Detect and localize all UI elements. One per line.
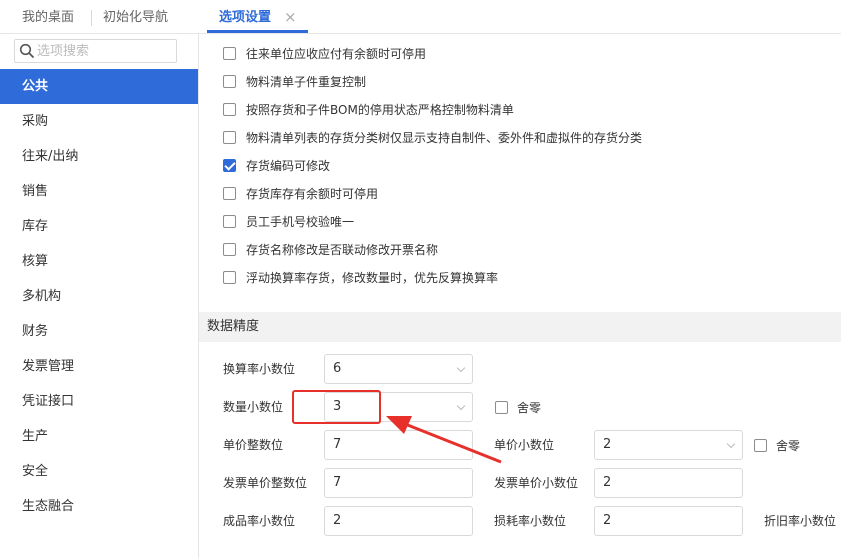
quantity-rounding-toggle[interactable]: 舍零 xyxy=(495,397,541,417)
quantity-rounding-checkbox[interactable] xyxy=(495,400,508,414)
sidebar-item-public[interactable]: 公共 xyxy=(0,69,198,104)
exchange-rate-decimals-select[interactable]: 6 xyxy=(324,354,473,384)
exchange-rate-decimals-label: 换算率小数位 xyxy=(223,362,296,376)
data-precision-section-header: 数据精度 xyxy=(199,312,841,342)
search-box xyxy=(14,39,177,63)
input-value: 2 xyxy=(603,513,612,528)
option-checkbox[interactable] xyxy=(223,130,236,144)
option-row[interactable]: 员工手机号校验唯一 xyxy=(223,211,354,231)
depreciation-rate-decimals-label: 折旧率小数位 xyxy=(764,514,837,528)
option-checkbox[interactable] xyxy=(223,186,236,200)
option-label: 物料清单子件重复控制 xyxy=(246,74,367,89)
option-row[interactable]: 存货编码可修改 xyxy=(223,155,330,175)
unit-price-decimals-label: 单价小数位 xyxy=(494,438,555,452)
input-value: 7 xyxy=(333,475,342,490)
option-label: 存货库存有余额时可停用 xyxy=(246,186,379,201)
invoice-unit-price-integers-label: 发票单价整数位 xyxy=(223,476,308,490)
sidebar-item-finance[interactable]: 财务 xyxy=(0,314,198,349)
tab-init-navigation[interactable]: 初始化导航 xyxy=(103,0,168,33)
option-row[interactable]: 按照存货和子件BOM的停用状态严格控制物料清单 xyxy=(223,99,514,119)
option-row[interactable]: 存货库存有余额时可停用 xyxy=(223,183,378,203)
loss-rate-decimals-input[interactable]: 2 xyxy=(594,506,743,536)
sidebar-item-inventory[interactable]: 库存 xyxy=(0,209,198,244)
option-row[interactable]: 存货名称修改是否联动修改开票名称 xyxy=(223,239,438,259)
input-value: 2 xyxy=(333,513,342,528)
option-checkbox-checked[interactable] xyxy=(223,158,236,172)
option-label: 员工手机号校验唯一 xyxy=(246,214,355,229)
option-checkbox[interactable] xyxy=(223,214,236,228)
sidebar-item-accounts-cashier[interactable]: 往来/出纳 xyxy=(0,139,198,174)
unit-price-rounding-toggle[interactable]: 舍零 xyxy=(754,435,800,455)
tab-bar: 我的桌面 初始化导航 选项设置 × xyxy=(0,0,841,34)
sidebar-item-security[interactable]: 安全 xyxy=(0,454,198,489)
annotation-highlight-box xyxy=(292,390,381,424)
option-label: 物料清单列表的存货分类树仅显示支持自制件、委外件和虚拟件的存货分类 xyxy=(246,130,643,145)
quantity-decimals-label: 数量小数位 xyxy=(223,400,284,414)
sidebar-item-purchase[interactable]: 采购 xyxy=(0,104,198,139)
close-icon[interactable]: × xyxy=(284,9,297,25)
unit-price-decimals-select[interactable]: 2 xyxy=(594,430,743,460)
option-checkbox[interactable] xyxy=(223,46,236,60)
chevron-down-icon xyxy=(456,363,466,373)
option-label: 按照存货和子件BOM的停用状态严格控制物料清单 xyxy=(246,102,514,117)
tab-separator xyxy=(91,10,92,26)
input-value: 7 xyxy=(333,437,342,452)
chevron-down-icon xyxy=(726,439,736,449)
search-input[interactable] xyxy=(37,41,173,61)
sidebar-item-production[interactable]: 生产 xyxy=(0,419,198,454)
sidebar-item-voucher-interface[interactable]: 凭证接口 xyxy=(0,384,198,419)
invoice-unit-price-decimals-select[interactable]: 2 xyxy=(594,468,743,498)
option-row[interactable]: 物料清单子件重复控制 xyxy=(223,71,366,91)
select-value: 6 xyxy=(333,361,342,376)
unit-price-integers-label: 单价整数位 xyxy=(223,438,284,452)
option-label: 存货编码可修改 xyxy=(246,158,331,173)
unit-price-rounding-checkbox[interactable] xyxy=(754,438,767,452)
option-row[interactable]: 浮动换算率存货，修改数量时，优先反算换算率 xyxy=(223,267,498,287)
active-tab-indicator xyxy=(207,30,308,33)
option-row[interactable]: 往来单位应收应付有余额时可停用 xyxy=(223,43,426,63)
sidebar-item-costing[interactable]: 核算 xyxy=(0,244,198,279)
option-row[interactable]: 物料清单列表的存货分类树仅显示支持自制件、委外件和虚拟件的存货分类 xyxy=(223,127,642,147)
loss-rate-decimals-label: 损耗率小数位 xyxy=(494,514,567,528)
sidebar: 公共 采购 往来/出纳 销售 库存 核算 多机构 财务 发票管理 凭证接口 生产… xyxy=(0,34,199,558)
option-checkbox[interactable] xyxy=(223,102,236,116)
tab-option-settings[interactable]: 选项设置 xyxy=(219,0,271,33)
option-checkbox[interactable] xyxy=(223,74,236,88)
unit-price-integers-input[interactable]: 7 xyxy=(324,430,473,460)
quantity-rounding-label: 舍零 xyxy=(517,400,542,415)
unit-price-rounding-label: 舍零 xyxy=(776,438,801,453)
invoice-unit-price-integers-input[interactable]: 7 xyxy=(324,468,473,498)
option-checkbox[interactable] xyxy=(223,270,236,284)
options-panel: 往来单位应收应付有余额时可停用 物料清单子件重复控制 按照存货和子件BOM的停用… xyxy=(199,34,841,558)
sidebar-item-invoice-management[interactable]: 发票管理 xyxy=(0,349,198,384)
yield-rate-decimals-input[interactable]: 2 xyxy=(324,506,473,536)
option-label: 浮动换算率存货，修改数量时，优先反算换算率 xyxy=(246,270,499,285)
yield-rate-decimals-label: 成品率小数位 xyxy=(223,514,296,528)
section-title: 数据精度 xyxy=(207,319,260,334)
sidebar-item-ecosystem[interactable]: 生态融合 xyxy=(0,489,198,524)
select-value: 2 xyxy=(603,437,612,452)
tab-my-desktop[interactable]: 我的桌面 xyxy=(22,0,74,33)
invoice-unit-price-decimals-label: 发票单价小数位 xyxy=(494,476,579,490)
sidebar-item-multi-org[interactable]: 多机构 xyxy=(0,279,198,314)
option-checkbox[interactable] xyxy=(223,242,236,256)
chevron-down-icon xyxy=(456,401,466,411)
option-label: 存货名称修改是否联动修改开票名称 xyxy=(246,242,439,257)
search-icon[interactable] xyxy=(19,43,35,59)
select-value: 2 xyxy=(603,475,612,490)
option-label: 往来单位应收应付有余额时可停用 xyxy=(246,46,427,61)
sidebar-item-sales[interactable]: 销售 xyxy=(0,174,198,209)
